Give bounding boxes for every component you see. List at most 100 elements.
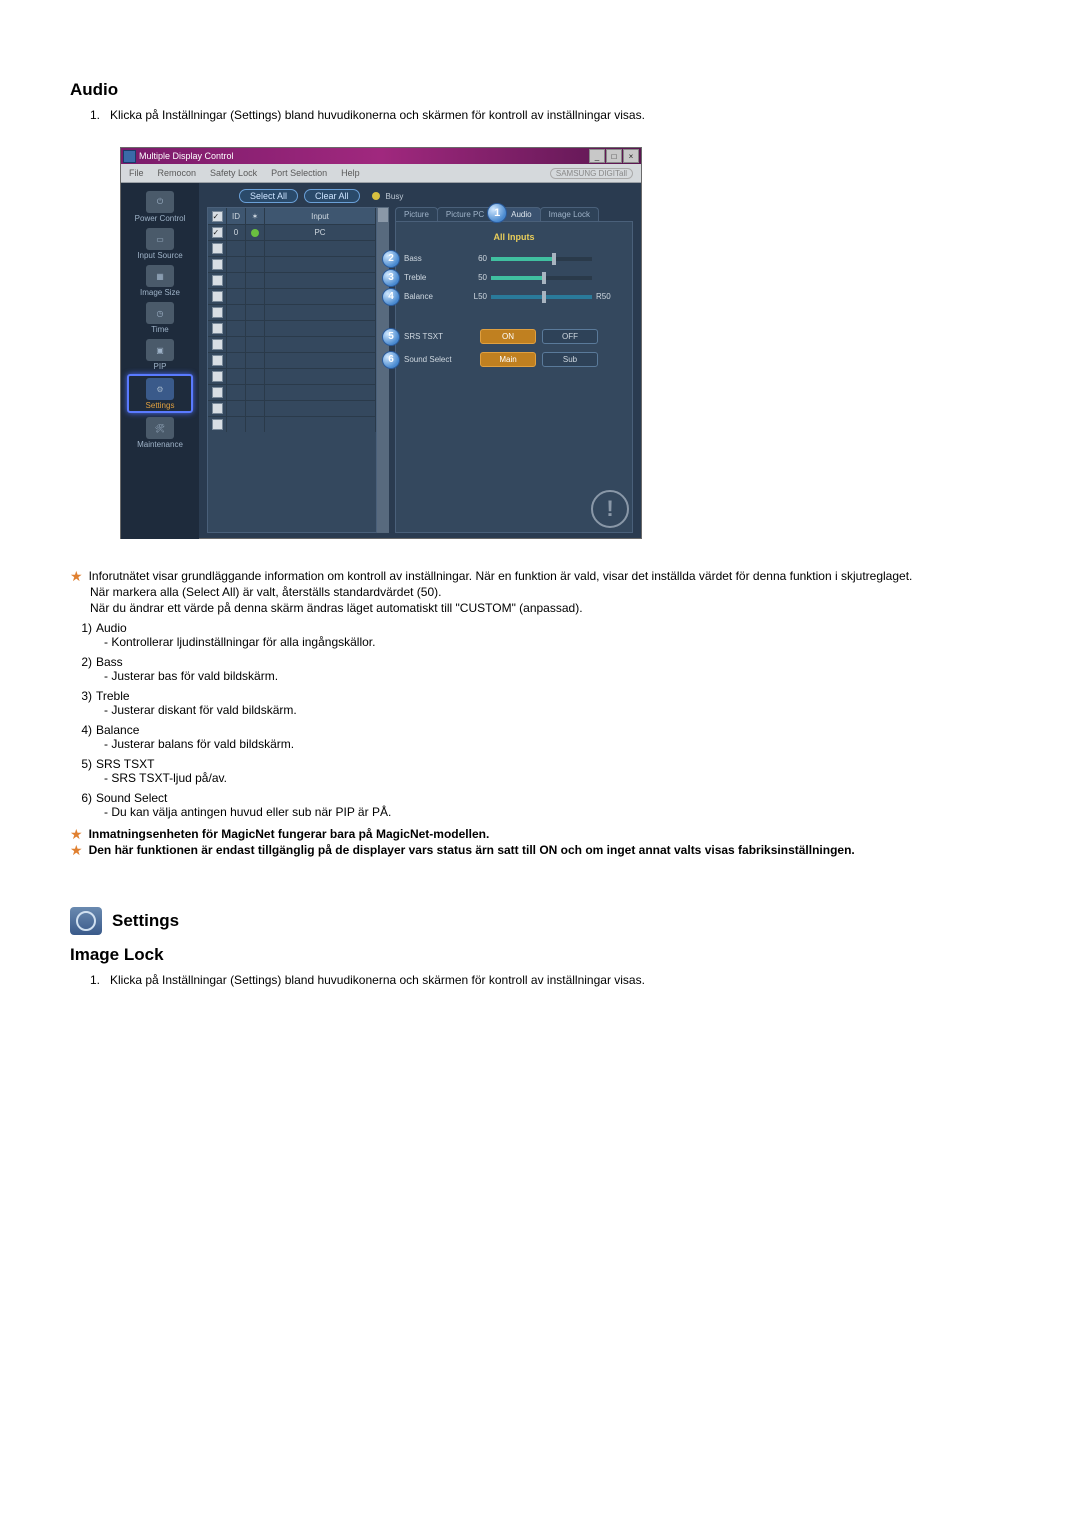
menu-safety-lock[interactable]: Safety Lock bbox=[210, 168, 257, 178]
treble-value: 50 bbox=[459, 273, 491, 282]
sidebar: ⏻ Power Control ▭ Input Source ▦ Image S… bbox=[121, 183, 199, 539]
maximize-icon[interactable]: □ bbox=[606, 149, 622, 163]
srs-row: 5 SRS TSXT ON OFF bbox=[404, 329, 624, 344]
balance-slider[interactable] bbox=[491, 295, 592, 299]
bass-row: 2 Bass 60 bbox=[404, 254, 624, 263]
checkbox-icon[interactable] bbox=[212, 323, 223, 334]
checkbox-icon[interactable] bbox=[212, 275, 223, 286]
checkbox-icon[interactable] bbox=[212, 419, 223, 430]
sound-sub-button[interactable]: Sub bbox=[542, 352, 598, 367]
checkbox-icon[interactable] bbox=[212, 403, 223, 414]
maintenance-icon: 🛠 bbox=[146, 417, 174, 439]
sidebar-item-time[interactable]: ◷ Time bbox=[129, 300, 191, 335]
menu-port-selection[interactable]: Port Selection bbox=[271, 168, 327, 178]
time-icon: ◷ bbox=[146, 302, 174, 324]
intro-text: Klicka på Inställningar (Settings) bland… bbox=[110, 973, 645, 987]
checkbox-icon[interactable] bbox=[212, 387, 223, 398]
list-item: 6) Sound Select - Du kan välja antingen … bbox=[70, 791, 1010, 819]
col-status: ✶ bbox=[246, 208, 265, 224]
checkbox-icon[interactable] bbox=[212, 307, 223, 318]
settings-header-label: Settings bbox=[112, 911, 179, 931]
treble-slider[interactable] bbox=[491, 276, 592, 280]
balance-left: L50 bbox=[459, 292, 491, 301]
brand-label: SAMSUNG DIGITall bbox=[550, 168, 633, 179]
status-dot-icon bbox=[251, 229, 259, 237]
sidebar-item-image-size[interactable]: ▦ Image Size bbox=[129, 263, 191, 298]
desc-plain1: När markera alla (Select All) är valt, å… bbox=[90, 585, 1010, 599]
desc-star3: Den här funktionen är endast tillgänglig… bbox=[89, 843, 1010, 857]
window-title: Multiple Display Control bbox=[139, 151, 234, 161]
col-input: Input bbox=[265, 208, 376, 224]
treble-row: 3 Treble 50 bbox=[404, 273, 624, 282]
callout-marker-1: 1 bbox=[487, 203, 507, 223]
image-size-icon: ▦ bbox=[146, 265, 174, 287]
menu-help[interactable]: Help bbox=[341, 168, 360, 178]
sidebar-item-maintenance[interactable]: 🛠 Maintenance bbox=[129, 415, 191, 450]
bass-value: 60 bbox=[459, 254, 491, 263]
settings-icon bbox=[70, 907, 102, 935]
busy-label: Busy bbox=[386, 192, 404, 201]
audio-panel: All Inputs 2 Bass 60 3 bbox=[395, 221, 633, 533]
list-item: 2) Bass - Justerar bas för vald bildskär… bbox=[70, 655, 1010, 683]
input-source-icon: ▭ bbox=[146, 228, 174, 250]
row-input: PC bbox=[265, 225, 376, 240]
clear-all-button[interactable]: Clear All bbox=[304, 189, 360, 203]
tab-audio[interactable]: 1 Audio bbox=[492, 207, 540, 221]
checkbox-icon[interactable] bbox=[212, 291, 223, 302]
sidebar-item-settings[interactable]: ⚙ Settings bbox=[127, 374, 193, 413]
intro-item: 1. Klicka på Inställningar (Settings) bl… bbox=[90, 973, 1010, 987]
bass-label: Bass bbox=[404, 254, 459, 263]
sidebar-item-pip[interactable]: ▣ PIP bbox=[129, 337, 191, 372]
close-icon[interactable]: × bbox=[623, 149, 639, 163]
section-image-lock-title: Image Lock bbox=[70, 945, 1010, 965]
app-icon bbox=[123, 150, 136, 163]
desc-star2: Inmatningsenheten för MagicNet fungerar … bbox=[89, 827, 1010, 841]
busy-indicator-icon bbox=[372, 192, 380, 200]
desc-plain2: När du ändrar ett värde på denna skärm ä… bbox=[90, 601, 1010, 615]
power-icon: ⏻ bbox=[146, 191, 174, 213]
star-icon: ★ bbox=[70, 569, 83, 583]
checkbox-icon[interactable] bbox=[212, 339, 223, 350]
tab-picture[interactable]: Picture bbox=[395, 207, 438, 221]
pip-icon: ▣ bbox=[146, 339, 174, 361]
tab-image-lock[interactable]: Image Lock bbox=[540, 207, 599, 221]
treble-label: Treble bbox=[404, 273, 459, 282]
srs-off-button[interactable]: OFF bbox=[542, 329, 598, 344]
list-item: 4) Balance - Justerar balans för vald bi… bbox=[70, 723, 1010, 751]
sound-select-label: Sound Select bbox=[404, 355, 474, 364]
checkbox-icon[interactable] bbox=[212, 211, 223, 222]
callout-marker-5: 5 bbox=[382, 328, 400, 346]
checkbox-icon[interactable] bbox=[212, 259, 223, 270]
checkbox-icon[interactable] bbox=[212, 243, 223, 254]
sidebar-item-input-source[interactable]: ▭ Input Source bbox=[129, 226, 191, 261]
desc-star1: Inforutnätet visar grundläggande informa… bbox=[89, 569, 1010, 583]
balance-label: Balance bbox=[404, 292, 459, 301]
titlebar: Multiple Display Control _ □ × bbox=[121, 148, 641, 164]
menubar: File Remocon Safety Lock Port Selection … bbox=[121, 164, 641, 183]
checkbox-icon[interactable] bbox=[212, 355, 223, 366]
intro-num: 1. bbox=[90, 108, 110, 122]
sidebar-item-power-control[interactable]: ⏻ Power Control bbox=[129, 189, 191, 224]
bass-slider[interactable] bbox=[491, 257, 592, 261]
sound-main-button[interactable]: Main bbox=[480, 352, 536, 367]
intro-num: 1. bbox=[90, 973, 110, 987]
select-all-button[interactable]: Select All bbox=[239, 189, 298, 203]
list-item: 3) Treble - Justerar diskant för vald bi… bbox=[70, 689, 1010, 717]
minimize-icon[interactable]: _ bbox=[589, 149, 605, 163]
menu-file[interactable]: File bbox=[129, 168, 144, 178]
col-check[interactable] bbox=[208, 208, 227, 224]
checkbox-icon[interactable] bbox=[212, 227, 223, 238]
balance-right: R50 bbox=[592, 292, 624, 301]
table-row[interactable]: 0 PC bbox=[208, 224, 376, 240]
srs-on-button[interactable]: ON bbox=[480, 329, 536, 344]
callout-marker-3: 3 bbox=[382, 269, 400, 287]
menu-remocon[interactable]: Remocon bbox=[158, 168, 197, 178]
display-grid: ID ✶ Input 0 PC bbox=[207, 207, 377, 533]
checkbox-icon[interactable] bbox=[212, 371, 223, 382]
all-inputs-label: All Inputs bbox=[404, 232, 624, 242]
tab-picture-pc[interactable]: Picture PC bbox=[437, 207, 493, 221]
settings-subheader: Settings bbox=[70, 907, 1010, 935]
callout-marker-2: 2 bbox=[382, 250, 400, 268]
srs-label: SRS TSXT bbox=[404, 332, 474, 341]
star-icon: ★ bbox=[70, 827, 83, 841]
